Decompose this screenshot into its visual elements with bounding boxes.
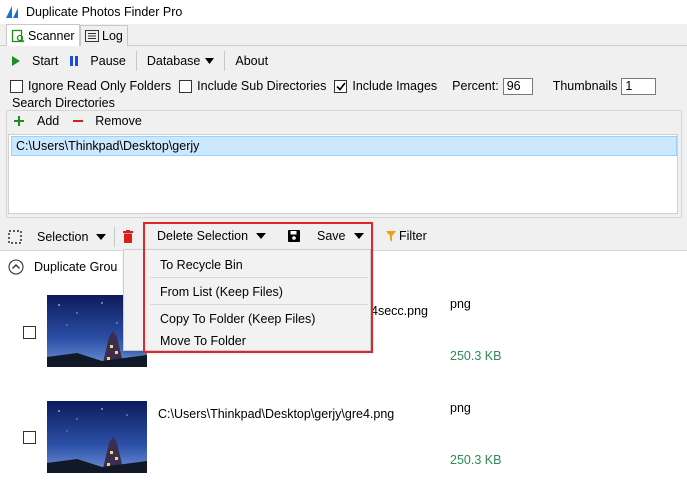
ignore-read-only-checkbox[interactable] bbox=[10, 79, 23, 93]
filter-funnel-icon bbox=[386, 230, 396, 242]
plus-icon bbox=[14, 116, 24, 126]
duplicate-group-header[interactable]: Duplicate Grou bbox=[8, 259, 117, 275]
minus-icon bbox=[73, 120, 84, 122]
menu-item-from-list[interactable]: From List (Keep Files) bbox=[160, 285, 283, 299]
filter-button[interactable]: Filter bbox=[386, 224, 427, 248]
image-thumbnail bbox=[47, 401, 147, 473]
selection-label: Selection bbox=[37, 229, 89, 244]
list-icon bbox=[85, 30, 99, 42]
thumbnails-label: Thumbnails bbox=[552, 79, 618, 93]
selection-menu-button[interactable]: Selection bbox=[8, 225, 107, 249]
duplicate-group-label: Duplicate Grou bbox=[34, 260, 118, 274]
menu-separator bbox=[150, 304, 368, 305]
tab-log-label: Log bbox=[102, 29, 123, 43]
delete-selection-button[interactable]: Delete Selection bbox=[157, 224, 267, 248]
database-label: Database bbox=[146, 53, 201, 68]
ignore-read-only-label: Ignore Read Only Folders bbox=[28, 79, 172, 93]
checkmark-icon bbox=[336, 82, 346, 91]
include-sub-dirs-option[interactable]: Include Sub Directories bbox=[179, 79, 326, 93]
include-images-checkbox[interactable] bbox=[334, 79, 348, 93]
collapse-chevron-icon bbox=[8, 259, 24, 275]
delete-selection-label: Delete Selection bbox=[157, 229, 249, 243]
main-toolbar: Start Pause Database About bbox=[0, 47, 687, 74]
search-directories-title: Search Directories bbox=[12, 96, 115, 110]
thumbnails-input[interactable]: 1 bbox=[621, 77, 657, 95]
include-images-option[interactable]: Include Images bbox=[334, 79, 437, 93]
directory-list[interactable]: C:\Users\Thinkpad\Desktop\gerjy bbox=[8, 134, 678, 214]
options-row: Ignore Read Only Folders Include Sub Dir… bbox=[0, 75, 687, 97]
file-type: png bbox=[450, 297, 471, 311]
about-label: About bbox=[235, 53, 269, 68]
menu-separator bbox=[150, 277, 368, 278]
add-label: Add bbox=[37, 114, 60, 128]
pause-icon bbox=[70, 55, 79, 66]
row-checkbox[interactable] bbox=[23, 326, 36, 339]
percent-input[interactable]: 96 bbox=[502, 77, 533, 95]
include-images-label: Include Images bbox=[352, 79, 438, 93]
caret-down-icon bbox=[353, 233, 364, 239]
start-label: Start bbox=[32, 53, 59, 68]
save-label: Save bbox=[317, 229, 346, 243]
title-bar: Duplicate Photos Finder Pro bbox=[0, 0, 687, 24]
about-button[interactable]: About bbox=[229, 50, 274, 72]
remove-directory-button[interactable]: Remove bbox=[73, 114, 142, 128]
remove-label: Remove bbox=[95, 114, 142, 128]
caret-down-icon bbox=[205, 57, 215, 64]
trash-icon-button[interactable] bbox=[123, 225, 134, 249]
save-menu-button[interactable]: Save bbox=[288, 224, 364, 248]
menu-item-move-to-folder[interactable]: Move To Folder bbox=[160, 334, 246, 348]
menu-item-to-recycle-bin[interactable]: To Recycle Bin bbox=[160, 258, 243, 272]
toolbar-divider bbox=[224, 50, 226, 71]
directory-toolbar: Add Remove bbox=[14, 114, 142, 128]
delete-selection-dropdown: To Recycle Bin From List (Keep Files) Co… bbox=[123, 249, 371, 351]
tab-strip: Scanner Log bbox=[0, 24, 687, 46]
trash-icon bbox=[123, 230, 134, 243]
selection-marquee-icon bbox=[8, 229, 22, 244]
pause-label: Pause bbox=[90, 53, 126, 68]
filter-label: Filter bbox=[399, 229, 427, 243]
file-size: 250.3 KB bbox=[450, 453, 502, 467]
toolbar-divider bbox=[114, 226, 116, 247]
ignore-read-only-option[interactable]: Ignore Read Only Folders bbox=[10, 79, 171, 93]
database-menu-button[interactable]: Database bbox=[141, 50, 221, 72]
app-logo-icon bbox=[6, 6, 18, 18]
tab-scanner-label: Scanner bbox=[28, 28, 75, 43]
selection-toolbar: Selection Delete Selection Save Filter bbox=[0, 223, 687, 471]
pause-button[interactable]: Pause bbox=[64, 50, 131, 72]
percent-label: Percent: bbox=[452, 79, 499, 93]
directory-list-item[interactable]: C:\Users\Thinkpad\Desktop\gerjy bbox=[11, 136, 677, 156]
include-sub-dirs-checkbox[interactable] bbox=[179, 79, 193, 93]
file-path: 4secc.png bbox=[371, 304, 428, 318]
file-path: C:\Users\Thinkpad\Desktop\gerjy\gre4.png bbox=[158, 407, 395, 421]
floppy-disk-icon bbox=[288, 230, 300, 242]
window-title: Duplicate Photos Finder Pro bbox=[26, 5, 183, 19]
caret-down-icon bbox=[256, 233, 267, 239]
caret-down-icon bbox=[96, 233, 107, 240]
scanner-icon bbox=[11, 29, 25, 43]
toolbar-divider bbox=[135, 50, 137, 71]
file-size: 250.3 KB bbox=[450, 349, 502, 363]
row-checkbox[interactable] bbox=[23, 431, 36, 444]
play-icon bbox=[12, 55, 20, 66]
start-button[interactable]: Start bbox=[0, 50, 64, 72]
file-type: png bbox=[450, 401, 471, 415]
search-directories-group: Search Directories Add Remove C:\Users\T… bbox=[6, 96, 682, 218]
tab-log[interactable]: Log bbox=[80, 25, 128, 46]
tab-scanner[interactable]: Scanner bbox=[6, 24, 80, 46]
menu-item-copy-to-folder[interactable]: Copy To Folder (Keep Files) bbox=[160, 312, 315, 326]
include-sub-dirs-label: Include Sub Directories bbox=[197, 79, 327, 93]
add-directory-button[interactable]: Add bbox=[14, 114, 59, 128]
